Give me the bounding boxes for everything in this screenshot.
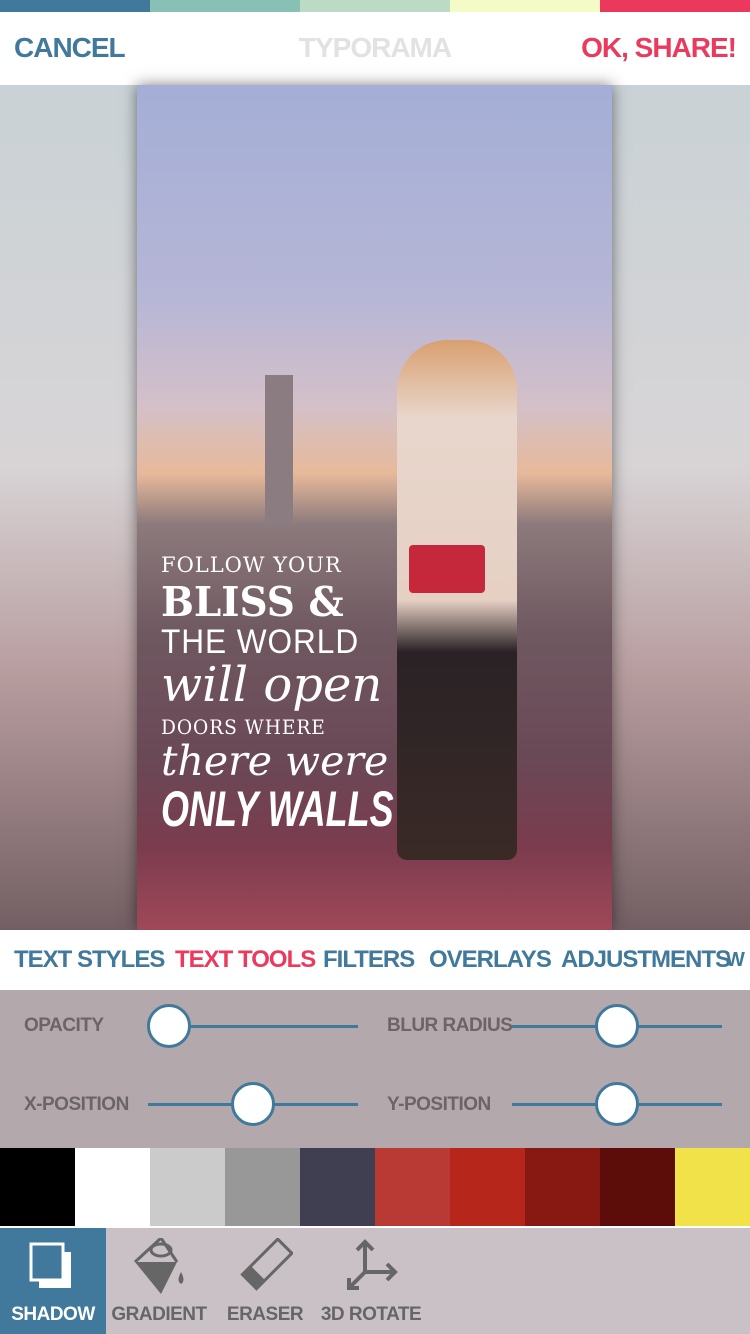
color-swatch[interactable] bbox=[0, 1148, 75, 1226]
gradient-tool-button[interactable]: GRADIENT bbox=[106, 1228, 212, 1334]
tool-label: 3D ROTATE bbox=[320, 1304, 422, 1325]
top-bar: CANCEL TYPORAMA OK, SHARE! bbox=[0, 12, 750, 85]
tab-text-styles[interactable]: TEXT STYLES bbox=[14, 946, 165, 974]
slider-knob[interactable] bbox=[231, 1082, 275, 1126]
stripe-2 bbox=[150, 0, 300, 12]
color-swatch[interactable] bbox=[300, 1148, 375, 1226]
quote-line: there were bbox=[161, 737, 389, 785]
x-position-label: X-POSITION bbox=[24, 1094, 129, 1115]
stripe-1 bbox=[0, 0, 150, 12]
tab-overlays[interactable]: OVERLAYS bbox=[429, 946, 552, 974]
tab-filters[interactable]: FILTERS bbox=[323, 946, 415, 974]
opacity-slider[interactable] bbox=[147, 1004, 358, 1048]
quote-line: DOORS WHERE bbox=[161, 715, 326, 739]
color-swatch[interactable] bbox=[450, 1148, 525, 1226]
tab-more[interactable]: W bbox=[726, 949, 745, 972]
editor-canvas: FOLLOW YOUR BLISS & THE WORLD will open … bbox=[0, 85, 750, 930]
photo[interactable]: FOLLOW YOUR BLISS & THE WORLD will open … bbox=[137, 85, 612, 930]
quote-text[interactable]: FOLLOW YOUR BLISS & THE WORLD will open … bbox=[161, 553, 394, 837]
handbag bbox=[409, 545, 485, 593]
color-swatch[interactable] bbox=[75, 1148, 150, 1226]
slider-knob[interactable] bbox=[595, 1082, 639, 1126]
color-swatch[interactable] bbox=[150, 1148, 225, 1226]
y-position-label: Y-POSITION bbox=[387, 1094, 491, 1115]
tool-bar: SHADOW GRADIENT ERASER 3D ROTATE bbox=[0, 1228, 750, 1334]
quote-line: THE WORLD bbox=[161, 623, 360, 661]
shadow-icon bbox=[29, 1242, 71, 1288]
stripe-5 bbox=[600, 0, 750, 12]
y-position-slider[interactable] bbox=[512, 1082, 722, 1126]
x-position-slider[interactable] bbox=[148, 1082, 358, 1126]
slider-knob[interactable] bbox=[595, 1004, 639, 1048]
eraser-icon bbox=[240, 1238, 293, 1291]
shadow-tool-button[interactable]: SHADOW bbox=[0, 1228, 106, 1334]
woman-figure bbox=[397, 340, 517, 860]
tab-bar: TEXT STYLES TEXT TOOLS FILTERS OVERLAYS … bbox=[0, 930, 750, 990]
color-swatch[interactable] bbox=[225, 1148, 300, 1226]
share-button[interactable]: OK, SHARE! bbox=[581, 32, 737, 64]
stripe-3 bbox=[300, 0, 450, 12]
slider-panel: OPACITY BLUR RADIUS X-POSITION Y-POSITIO… bbox=[0, 990, 750, 1148]
building bbox=[265, 375, 293, 525]
color-swatch[interactable] bbox=[600, 1148, 675, 1226]
opacity-label: OPACITY bbox=[24, 1015, 104, 1036]
eraser-tool-button[interactable]: ERASER bbox=[212, 1228, 318, 1334]
tab-adjustments[interactable]: ADJUSTMENTS bbox=[561, 946, 731, 974]
color-swatch[interactable] bbox=[675, 1148, 750, 1226]
color-stripe bbox=[0, 0, 750, 12]
color-swatches bbox=[0, 1148, 750, 1226]
blur-radius-slider[interactable] bbox=[512, 1004, 722, 1048]
quote-line: ONLY WALLS bbox=[161, 781, 394, 837]
color-swatch[interactable] bbox=[375, 1148, 450, 1226]
tool-label: SHADOW bbox=[11, 1304, 95, 1325]
slider-knob[interactable] bbox=[147, 1004, 191, 1048]
tool-label: GRADIENT bbox=[111, 1304, 207, 1325]
3d-rotate-tool-button[interactable]: 3D ROTATE bbox=[318, 1228, 424, 1334]
blur-radius-label: BLUR RADIUS bbox=[387, 1015, 513, 1036]
color-swatch[interactable] bbox=[525, 1148, 600, 1226]
axes-icon bbox=[347, 1239, 398, 1290]
stripe-4 bbox=[450, 0, 600, 12]
paint-bucket-icon bbox=[133, 1238, 184, 1294]
quote-line: BLISS & bbox=[161, 578, 344, 626]
quote-line: FOLLOW YOUR bbox=[161, 553, 342, 577]
tool-label: ERASER bbox=[226, 1304, 304, 1325]
quote-line: will open bbox=[161, 657, 383, 713]
tab-text-tools[interactable]: TEXT TOOLS bbox=[175, 946, 316, 974]
